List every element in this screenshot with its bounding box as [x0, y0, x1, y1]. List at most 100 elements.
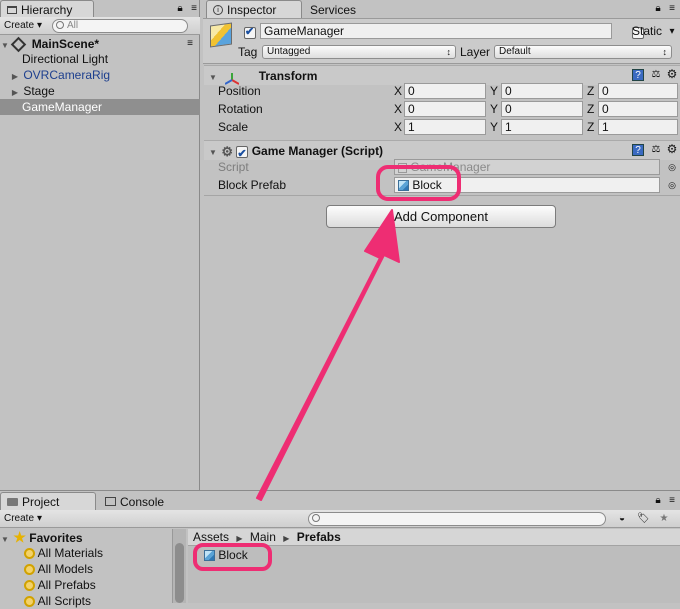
tab-services[interactable]: Services: [303, 0, 365, 18]
object-name-field[interactable]: GameManager: [260, 23, 612, 39]
hierarchy-icon: [7, 5, 17, 14]
expand-arrow-icon[interactable]: ▼: [0, 532, 10, 548]
scale-z-field[interactable]: 1: [598, 119, 678, 135]
breadcrumb-assets[interactable]: Assets: [193, 530, 229, 544]
tag-label: Tag: [238, 45, 258, 59]
axis-z-label: Z: [587, 102, 595, 116]
axis-z-label: Z: [587, 120, 595, 134]
add-component-button[interactable]: Add Component: [326, 205, 556, 228]
hierarchy-item-gamemanager[interactable]: GameManager: [0, 99, 200, 115]
filter-by-type-icon[interactable]: ◒: [616, 513, 628, 525]
rotation-x-field[interactable]: 0: [404, 101, 486, 117]
expand-arrow-icon[interactable]: ▼: [208, 143, 218, 163]
position-x-field[interactable]: 0: [404, 83, 486, 99]
scene-menu-icon[interactable]: ≡: [184, 38, 196, 50]
gear-icon[interactable]: ⚙: [666, 68, 678, 80]
position-y-field[interactable]: 0: [501, 83, 583, 99]
preset-icon[interactable]: ⚖: [650, 144, 662, 156]
breadcrumb-main[interactable]: Main: [250, 530, 276, 544]
panel-menu-icon[interactable]: ≡: [188, 3, 200, 15]
hierarchy-item-ovrcamerarig[interactable]: ▶ OVRCameraRig: [0, 67, 200, 83]
hierarchy-item-directional-light[interactable]: Directional Light: [0, 51, 200, 67]
scene-row[interactable]: ▼ MainScene*: [0, 36, 200, 53]
help-book-icon[interactable]: ?: [632, 69, 644, 81]
favorites-header[interactable]: ▼ ★ Favorites: [0, 529, 83, 545]
breadcrumb-arrow-icon: ▶: [283, 534, 290, 543]
script-field: GameManager: [394, 159, 660, 175]
script-label: Script: [218, 160, 249, 174]
transform-axes-icon: [224, 71, 240, 85]
favorite-item[interactable]: All Materials: [24, 545, 103, 561]
dropdown-arrow-icon: ▾: [37, 20, 43, 31]
tab-project[interactable]: Project: [0, 492, 96, 510]
hierarchy-item-stage[interactable]: ▶ Stage: [0, 83, 200, 99]
axis-y-label: Y: [490, 84, 499, 98]
tab-inspector[interactable]: i Inspector: [206, 0, 302, 18]
static-dropdown-arrow-icon[interactable]: ▾: [666, 26, 678, 38]
object-picker-icon[interactable]: ◎: [666, 179, 678, 191]
position-z-field[interactable]: 0: [598, 83, 678, 99]
prefab-cube-icon: [204, 550, 215, 562]
panel-menu-icon[interactable]: ≡: [666, 3, 678, 15]
tree-scrollbar[interactable]: [172, 529, 186, 603]
rotation-label: Rotation: [218, 102, 263, 116]
block-prefab-label: Block Prefab: [218, 178, 287, 192]
script-gear-icon: ⚙: [221, 143, 233, 159]
chevron-updown-icon: ↕: [446, 47, 452, 57]
scale-y-field[interactable]: 1: [501, 119, 583, 135]
create-button[interactable]: Create ▾: [4, 20, 42, 31]
hierarchy-panel: Hierarchy 🔒︎ ≡ Create ▾ All ▼ MainScene*…: [0, 0, 200, 490]
preset-icon[interactable]: ⚖: [650, 69, 662, 81]
hierarchy-search-input[interactable]: All: [52, 19, 188, 33]
project-create-button[interactable]: Create ▾: [4, 513, 42, 524]
axis-x-label: X: [394, 120, 403, 134]
tag-dropdown[interactable]: Untagged ↕: [262, 45, 456, 59]
transform-header[interactable]: ▼ Transform: [204, 65, 680, 85]
axis-y-label: Y: [490, 120, 499, 134]
expand-arrow-icon[interactable]: ▼: [208, 68, 218, 88]
hierarchy-toolbar: Create ▾ All: [0, 17, 200, 35]
scale-x-field[interactable]: 1: [404, 119, 486, 135]
favorite-item[interactable]: All Prefabs: [24, 577, 96, 593]
script-file-icon: [398, 162, 407, 173]
rotation-z-field[interactable]: 0: [598, 101, 678, 117]
lock-icon[interactable]: 🔒︎: [652, 3, 664, 15]
component-enabled-checkbox[interactable]: [236, 144, 249, 164]
active-checkbox[interactable]: [244, 25, 256, 39]
layer-dropdown[interactable]: Default ↕: [494, 45, 672, 59]
axis-x-label: X: [394, 84, 403, 98]
saved-search-icon: [24, 564, 35, 576]
favorite-star-icon[interactable]: ★: [658, 513, 670, 525]
position-label: Position: [218, 84, 261, 98]
tab-console[interactable]: Console: [98, 492, 178, 510]
object-picker-icon[interactable]: ◎: [666, 161, 678, 173]
lock-icon[interactable]: 🔒︎: [652, 495, 664, 507]
rotation-y-field[interactable]: 0: [501, 101, 583, 117]
gear-icon[interactable]: ⚙: [666, 143, 678, 155]
game-manager-script-header[interactable]: ▼ ⚙ Game Manager (Script): [204, 140, 680, 164]
asset-item-block[interactable]: Block: [204, 548, 248, 562]
prefab-cube-icon: [398, 180, 409, 192]
favorite-item[interactable]: All Models: [24, 561, 93, 577]
favorite-item[interactable]: All Scripts: [24, 593, 91, 609]
project-toolbar: Create ▾ ◒ 🏷︎ ★: [0, 510, 680, 528]
layer-label: Layer: [460, 45, 491, 59]
filter-by-label-icon[interactable]: 🏷︎: [637, 513, 650, 525]
gameobject-icon: [210, 22, 232, 48]
panel-menu-icon[interactable]: ≡: [666, 495, 678, 507]
dropdown-arrow-icon: ▾: [37, 513, 43, 524]
folder-icon: [7, 497, 18, 506]
help-book-icon[interactable]: ?: [632, 144, 644, 156]
saved-search-icon: [24, 548, 35, 560]
block-prefab-field[interactable]: Block: [394, 177, 660, 193]
tab-hierarchy[interactable]: Hierarchy: [0, 0, 94, 18]
saved-search-icon: [24, 596, 35, 608]
breadcrumb-prefabs[interactable]: Prefabs: [297, 530, 341, 544]
lock-icon[interactable]: 🔒︎: [174, 3, 186, 15]
project-search-input[interactable]: [308, 512, 606, 526]
static-label: Static: [632, 24, 663, 38]
scrollbar-thumb[interactable]: [175, 543, 184, 603]
saved-search-icon: [24, 580, 35, 592]
breadcrumb: Assets ▶ Main ▶ Prefabs: [188, 529, 680, 546]
axis-y-label: Y: [490, 102, 499, 116]
